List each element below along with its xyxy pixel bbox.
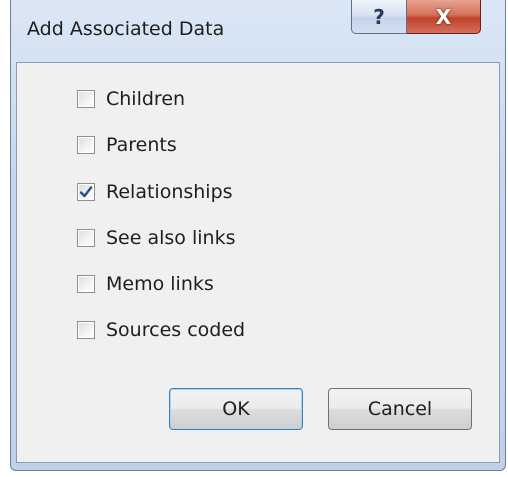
ok-button[interactable]: OK bbox=[169, 388, 303, 430]
close-icon: X bbox=[435, 4, 452, 29]
option-memo-links[interactable]: Memo links bbox=[77, 272, 214, 296]
help-button[interactable]: ? bbox=[351, 0, 407, 34]
option-sources-coded[interactable]: Sources coded bbox=[77, 318, 245, 342]
checkbox-sources-coded[interactable] bbox=[77, 321, 95, 339]
dialog-title: Add Associated Data bbox=[27, 18, 225, 40]
cancel-button[interactable]: Cancel bbox=[328, 388, 472, 430]
option-label: Memo links bbox=[106, 273, 214, 295]
checkbox-children[interactable] bbox=[77, 90, 95, 108]
option-relationships[interactable]: Relationships bbox=[77, 180, 233, 204]
checkbox-parents[interactable] bbox=[77, 136, 95, 154]
checkbox-memo-links[interactable] bbox=[77, 275, 95, 293]
checkmark-icon bbox=[79, 186, 93, 198]
question-mark-icon: ? bbox=[373, 4, 385, 29]
dialog-body: Children Parents Relationships See also … bbox=[16, 62, 500, 463]
option-children[interactable]: Children bbox=[77, 87, 185, 111]
title-bar[interactable]: Add Associated Data ? X bbox=[11, 0, 505, 62]
option-see-also-links[interactable]: See also links bbox=[77, 226, 235, 250]
checkbox-see-also-links[interactable] bbox=[77, 229, 95, 247]
option-parents[interactable]: Parents bbox=[77, 133, 177, 157]
option-label: Children bbox=[106, 88, 186, 110]
option-label: Parents bbox=[106, 134, 177, 156]
checkbox-relationships[interactable] bbox=[77, 183, 95, 201]
option-label: See also links bbox=[106, 227, 236, 249]
close-button[interactable]: X bbox=[407, 0, 481, 34]
caption-buttons: ? X bbox=[351, 0, 481, 40]
dialog-window: Add Associated Data ? X Children Parents… bbox=[10, 0, 506, 471]
option-label: Sources coded bbox=[106, 319, 246, 341]
option-label: Relationships bbox=[106, 181, 233, 203]
